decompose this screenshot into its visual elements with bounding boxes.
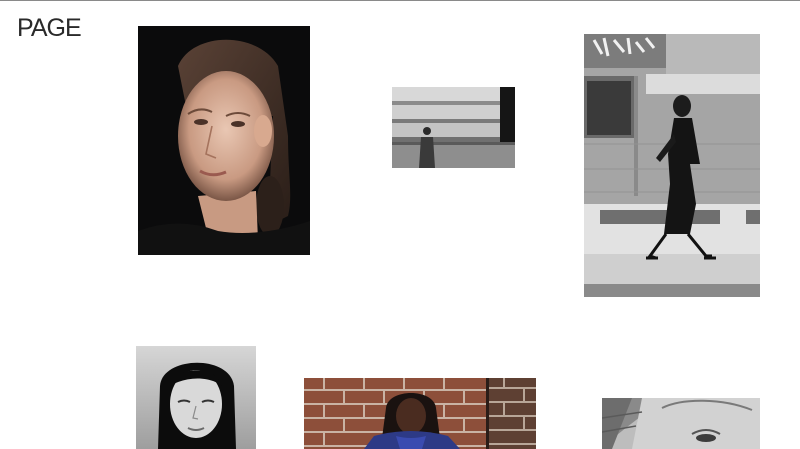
- gallery-photo-1[interactable]: [138, 26, 310, 255]
- closeup-face-image: [602, 398, 760, 449]
- brick-wall-portrait-image: [304, 378, 536, 449]
- gallery-photo-6[interactable]: [602, 398, 760, 449]
- street-image: [584, 34, 760, 297]
- portrait-image: [138, 26, 310, 255]
- site-logo[interactable]: PAGE: [17, 14, 82, 42]
- gallery-photo-5[interactable]: [304, 378, 536, 449]
- top-divider: [0, 0, 800, 1]
- portrait-image: [136, 346, 256, 449]
- architecture-image: [392, 87, 515, 168]
- gallery-photo-3[interactable]: [584, 34, 760, 297]
- gallery-photo-4[interactable]: [136, 346, 256, 449]
- gallery-photo-2[interactable]: [392, 87, 515, 168]
